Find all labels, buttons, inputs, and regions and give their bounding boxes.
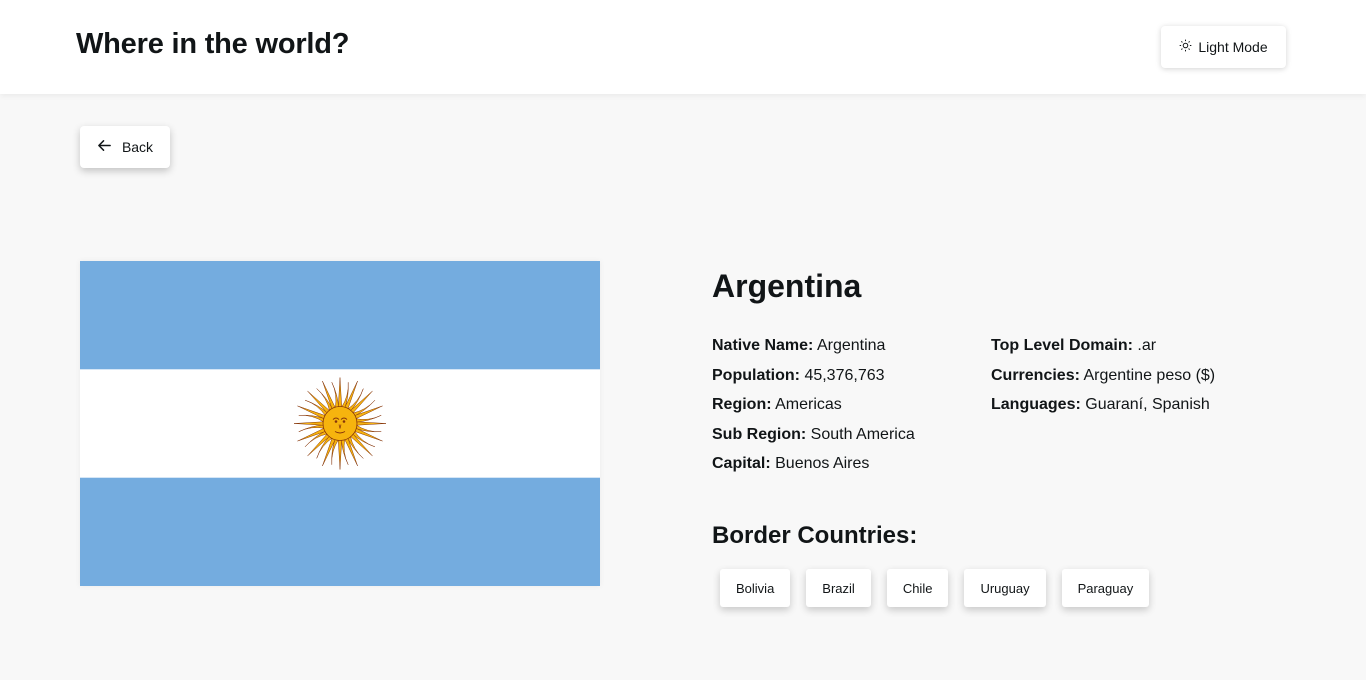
border-country-uruguay[interactable]: Uruguay [964,569,1046,607]
detail-languages: Languages: Guaraní, Spanish [991,390,1311,420]
border-country-chile[interactable]: Chile [886,569,949,607]
detail-label: Languages: [991,396,1081,414]
details-primary: Native Name: Argentina Population: 45,37… [712,331,972,479]
detail-label: Top Level Domain: [991,337,1133,354]
detail-value: South America [810,425,915,443]
border-countries-list: Bolivia Brazil Chile Uruguay Paraguay [720,569,1150,607]
back-button[interactable]: Back [80,126,170,168]
site-title: Where in the world? [76,28,350,60]
border-country-brazil[interactable]: Brazil [806,569,871,607]
detail-value: Americas [775,396,842,414]
detail-label: Native Name: [712,337,814,354]
country-flag [80,261,600,586]
detail-region: Region: Americas [712,390,972,420]
sun-icon [1179,39,1192,55]
detail-label: Region: [712,396,772,414]
detail-value: Guaraní, Spanish [1085,396,1210,414]
site-header: Where in the world? Light Mode [0,0,1366,94]
detail-value: Argentine peso ($) [1083,366,1216,384]
back-label: Back [121,139,154,155]
border-country-bolivia[interactable]: Bolivia [720,569,791,607]
theme-toggle-label: Light Mode [1198,39,1268,55]
detail-capital: Capital: Buenos Aires [712,449,972,479]
detail-value: Argentina [816,337,886,354]
border-country-paraguay[interactable]: Paraguay [1061,569,1150,607]
detail-label: Sub Region: [712,425,807,443]
detail-population: Population: 45,376,763 [712,361,972,391]
country-name: Argentina [712,268,862,304]
detail-currencies: Currencies: Argentine peso ($) [991,361,1311,391]
detail-label: Capital: [712,455,771,473]
detail-top-level-domain: Top Level Domain: .ar [991,331,1311,361]
details-secondary: Top Level Domain: .ar Currencies: Argent… [991,331,1311,420]
detail-label: Currencies: [991,366,1080,384]
border-countries-title: Border Countries: [712,522,918,549]
detail-sub-region: Sub Region: South America [712,420,972,450]
detail-value: .ar [1137,337,1157,354]
detail-label: Population: [712,366,800,384]
arrow-left-icon [97,138,112,156]
detail-value: 45,376,763 [804,366,885,384]
detail-value: Buenos Aires [775,455,870,473]
detail-native-name: Native Name: Argentina [712,331,972,361]
theme-toggle-button[interactable]: Light Mode [1161,26,1286,68]
